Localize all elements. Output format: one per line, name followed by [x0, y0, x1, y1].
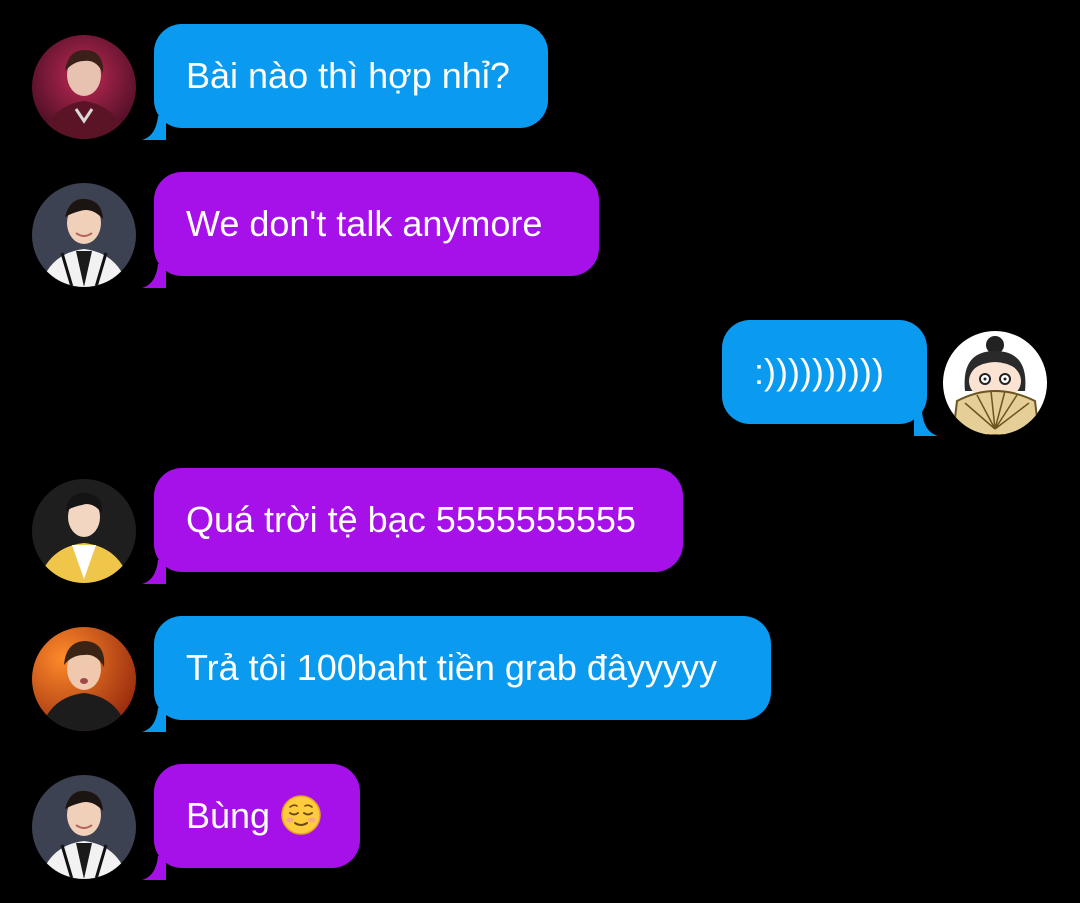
message-text: Bài nào thì hợp nhỉ? — [186, 55, 510, 96]
avatar[interactable] — [32, 183, 136, 287]
avatar-singer-red-stage-icon — [32, 35, 136, 139]
avatar-cartoon-girl-fan-icon — [943, 331, 1047, 435]
avatar[interactable] — [32, 775, 136, 879]
message-row: Bài nào thì hợp nhỉ? — [0, 24, 1080, 140]
message-bubble[interactable]: We don't talk anymore — [154, 172, 599, 276]
avatar-man-white-jacket-icon — [32, 183, 136, 287]
avatar[interactable] — [32, 35, 136, 139]
message-row: Bùng — [0, 764, 1080, 880]
message-bubble[interactable]: Bài nào thì hợp nhỉ? — [154, 24, 548, 128]
message-row: Quá trời tệ bạc 5555555555 — [0, 468, 1080, 584]
message-text: Bùng — [186, 795, 271, 836]
message-bubble[interactable]: Quá trời tệ bạc 5555555555 — [154, 468, 683, 572]
avatar[interactable] — [32, 627, 136, 731]
message-bubble[interactable]: Bùng — [154, 764, 360, 868]
avatar[interactable] — [943, 331, 1047, 435]
message-bubble[interactable]: :)))))))))) — [722, 320, 927, 424]
relieved-face-emoji-icon — [280, 794, 322, 836]
bubble-tail — [914, 412, 938, 436]
message-text: Trả tôi 100baht tiền grab đâyyyyy — [186, 647, 717, 688]
message-row: :)))))))))) — [0, 320, 1080, 436]
avatar-man-white-jacket-icon — [32, 775, 136, 879]
message-row: We don't talk anymore — [0, 172, 1080, 288]
avatar[interactable] — [32, 479, 136, 583]
message-row: Trả tôi 100baht tiền grab đâyyyyy — [0, 616, 1080, 732]
message-text: We don't talk anymore — [186, 203, 543, 244]
avatar-man-yellow-jacket-icon — [32, 479, 136, 583]
message-text: Quá trời tệ bạc 5555555555 — [186, 499, 636, 540]
avatar-singer-orange-light-icon — [32, 627, 136, 731]
message-text: :)))))))))) — [754, 351, 884, 392]
message-bubble[interactable]: Trả tôi 100baht tiền grab đâyyyyy — [154, 616, 771, 720]
